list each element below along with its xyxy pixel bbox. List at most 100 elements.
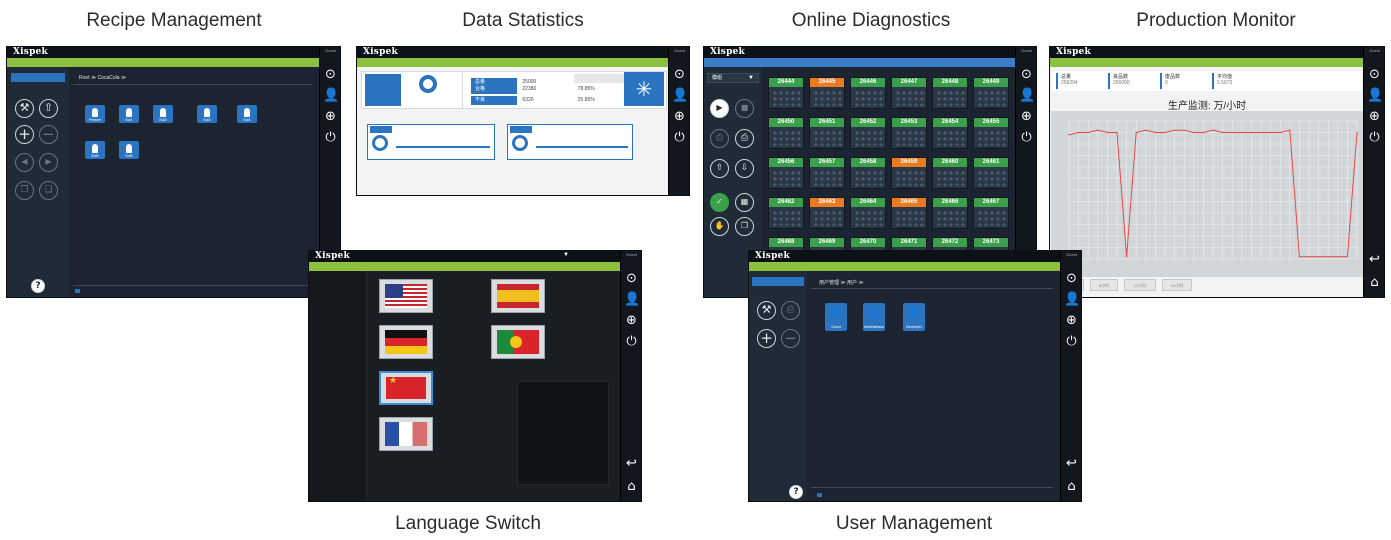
diag-cell[interactable]: 26449: [973, 77, 1009, 109]
diag-cell[interactable]: 26456: [768, 157, 804, 189]
globe-icon[interactable]: ⊕: [672, 109, 687, 124]
power-icon[interactable]: ⏻: [1064, 334, 1079, 349]
save-button[interactable]: ⎙: [781, 301, 800, 320]
diag-cell[interactable]: 26461: [973, 157, 1009, 189]
globe-icon[interactable]: ⊕: [1019, 109, 1034, 124]
clipboard-button[interactable]: ❐: [735, 217, 754, 236]
save-as-button[interactable]: ⎙: [735, 129, 754, 148]
diag-cell[interactable]: 26452: [850, 117, 886, 149]
next-button[interactable]: ▶: [39, 153, 58, 172]
recipe-tile[interactable]: Preform: [85, 105, 105, 123]
flag-de[interactable]: [379, 325, 433, 359]
add-user-button[interactable]: +: [757, 329, 776, 348]
diag-cell[interactable]: 26451: [809, 117, 845, 149]
back-icon[interactable]: ↩: [1064, 456, 1079, 471]
back-icon[interactable]: ↩: [624, 456, 639, 471]
diag-cell[interactable]: 26467: [973, 197, 1009, 229]
power-icon[interactable]: ⏻: [672, 130, 687, 145]
thumbs-button[interactable]: ✋: [710, 217, 729, 236]
globe-icon[interactable]: ⊕: [1064, 313, 1079, 328]
recipe-tile[interactable]: Bot1: [119, 105, 139, 123]
range-button[interactable]: 12小时: [1124, 279, 1156, 291]
diag-cell[interactable]: 26457: [809, 157, 845, 189]
diag-cell[interactable]: 26465: [891, 197, 927, 229]
help-icon[interactable]: ?: [31, 279, 45, 293]
tools-button[interactable]: ⚒: [15, 99, 34, 118]
user-icon[interactable]: 👤: [1064, 292, 1080, 307]
remove-button[interactable]: −: [39, 125, 58, 144]
globe-icon[interactable]: ⊕: [1367, 109, 1382, 124]
user-tile-guest[interactable]: 👤 Guest: [825, 303, 847, 331]
recipe-tile[interactable]: Bot2: [153, 105, 173, 123]
diag-cell[interactable]: 26450: [768, 117, 804, 149]
power-icon[interactable]: ⏻: [624, 334, 639, 349]
forward-icon[interactable]: ⊙: [624, 271, 639, 286]
user-tile-developer[interactable]: 👤 Developer: [903, 303, 925, 331]
user-icon[interactable]: 👤: [323, 88, 339, 103]
diag-cell[interactable]: 26463: [809, 197, 845, 229]
forward-icon[interactable]: ⊙: [672, 67, 687, 82]
diag-cell[interactable]: 26445: [809, 77, 845, 109]
globe-icon[interactable]: ⊕: [624, 313, 639, 328]
panel-tab[interactable]: [11, 73, 65, 82]
recipe-tile[interactable]: Bot6: [119, 141, 139, 159]
user-icon[interactable]: 👤: [624, 292, 640, 307]
home-icon[interactable]: ⌂: [624, 479, 639, 494]
forward-icon[interactable]: ⊙: [1019, 67, 1034, 82]
range-button[interactable]: 8小时: [1090, 279, 1118, 291]
help-icon[interactable]: ?: [789, 485, 803, 499]
forward-icon[interactable]: ⊙: [1064, 271, 1079, 286]
diag-cell[interactable]: 26459: [891, 157, 927, 189]
recipe-tile[interactable]: Bot3: [197, 105, 217, 123]
user-tile-administrator[interactable]: 👤 Administrator: [863, 303, 885, 331]
user-icon[interactable]: 👤: [1019, 88, 1035, 103]
flag-fr[interactable]: [379, 417, 433, 451]
diag-cell[interactable]: 26458: [850, 157, 886, 189]
upload-button[interactable]: ⇧: [710, 159, 729, 178]
diag-cell[interactable]: 26453: [891, 117, 927, 149]
tools-button[interactable]: ⚒: [757, 301, 776, 320]
prev-button[interactable]: ◀: [15, 153, 34, 172]
diag-cell[interactable]: 26446: [850, 77, 886, 109]
power-icon[interactable]: ⏻: [323, 130, 338, 145]
home-icon[interactable]: ⌂: [1367, 275, 1382, 290]
power-icon[interactable]: ⏻: [1019, 130, 1034, 145]
remove-user-button[interactable]: −: [781, 329, 800, 348]
download-button[interactable]: ⇩: [735, 159, 754, 178]
back-icon[interactable]: ↩: [1367, 252, 1382, 267]
user-icon[interactable]: 👤: [1367, 88, 1383, 103]
panel-tab[interactable]: [752, 277, 804, 286]
copy-button[interactable]: ❐: [15, 181, 34, 200]
forward-icon[interactable]: ⊙: [1367, 67, 1382, 82]
forward-icon[interactable]: ⊙: [323, 67, 338, 82]
recipe-tile[interactable]: Bot4: [237, 105, 257, 123]
globe-icon[interactable]: ⊕: [323, 109, 338, 124]
diag-cell[interactable]: 26448: [932, 77, 968, 109]
user-icon[interactable]: 👤: [672, 88, 688, 103]
flag-us[interactable]: [379, 279, 433, 313]
save-button[interactable]: ⎙: [710, 129, 729, 148]
diag-cell[interactable]: 26460: [932, 157, 968, 189]
module-select[interactable]: 模组 ▼: [707, 73, 759, 83]
recipe-tile[interactable]: Bot5: [85, 141, 105, 159]
status-button[interactable]: ✓: [710, 193, 729, 212]
home-icon[interactable]: ⌂: [1064, 479, 1079, 494]
stop-button[interactable]: ■: [735, 99, 754, 118]
diag-cell[interactable]: 26462: [768, 197, 804, 229]
diag-cell[interactable]: 26466: [932, 197, 968, 229]
flag-pt[interactable]: [491, 325, 545, 359]
power-icon[interactable]: ⏻: [1367, 130, 1382, 145]
grid-view-button[interactable]: ▦: [735, 193, 754, 212]
diag-cell[interactable]: 26447: [891, 77, 927, 109]
topbar-dropdown-icon[interactable]: ▼: [563, 252, 569, 258]
diag-cell[interactable]: 26444: [768, 77, 804, 109]
add-button[interactable]: +: [15, 125, 34, 144]
diag-cell[interactable]: 26454: [932, 117, 968, 149]
diag-cell[interactable]: 26455: [973, 117, 1009, 149]
paste-button[interactable]: ❏: [39, 181, 58, 200]
import-button[interactable]: ⇧: [39, 99, 58, 118]
diag-cell[interactable]: 26464: [850, 197, 886, 229]
flag-es[interactable]: [491, 279, 545, 313]
flag-cn[interactable]: ★: [379, 371, 433, 405]
play-button[interactable]: ▶: [710, 99, 729, 118]
